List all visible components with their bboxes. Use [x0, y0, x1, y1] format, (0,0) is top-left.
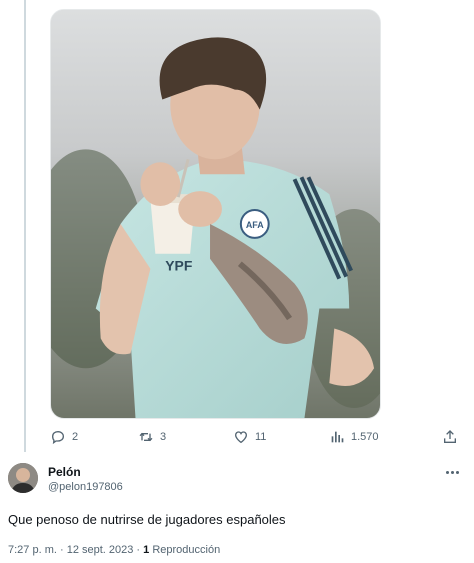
tweet-date[interactable]: 12 sept. 2023: [67, 544, 134, 556]
reply-tweet[interactable]: Pelón @pelon197806 Que penoso de nutrirs…: [0, 458, 474, 563]
tweet-action-bar: 2 3 11 1.570: [50, 425, 462, 449]
share-icon: [444, 430, 456, 443]
jersey-badge-text: AFA: [246, 220, 264, 230]
retweet-button[interactable]: 3: [138, 425, 166, 449]
analytics-icon: [331, 431, 344, 443]
more-dot: [445, 470, 449, 474]
more-dot: [450, 470, 454, 474]
reply-button[interactable]: 2: [50, 425, 78, 449]
photo-illustration: AFA YPF: [51, 10, 380, 418]
tweet-thread: AFA YPF 2 3 11 1.570 Pelón @pelon197806 …: [0, 0, 474, 563]
tweet-text: Que penoso de nutrirse de jugadores espa…: [8, 512, 286, 527]
author-handle[interactable]: @pelon197806: [48, 481, 123, 493]
more-options-icon[interactable]: [440, 462, 464, 482]
heart-icon: [234, 431, 248, 444]
reply-icon: [51, 430, 65, 445]
views-count: 1.570: [351, 431, 379, 443]
meta-separator: ·: [133, 544, 144, 556]
tweet-time[interactable]: 7:27 p. m.: [8, 544, 57, 556]
retweet-icon: [139, 432, 153, 442]
views-button[interactable]: 1.570: [329, 425, 379, 449]
tweet-photo[interactable]: AFA YPF: [50, 9, 381, 419]
share-button[interactable]: [442, 425, 458, 449]
more-dot: [455, 470, 459, 474]
author-display-name[interactable]: Pelón: [48, 465, 81, 479]
avatar-image: [8, 463, 38, 493]
jersey-sponsor-text: YPF: [165, 258, 192, 274]
retweet-count: 3: [160, 431, 167, 443]
meta-separator: ·: [56, 544, 67, 556]
like-count: 11: [255, 431, 267, 443]
tweet-metadata: 7:27 p. m. · 12 sept. 2023 · 1 Reproducc…: [8, 544, 220, 556]
thread-connector-line: [24, 0, 26, 452]
like-button[interactable]: 11: [233, 425, 266, 449]
views-label: Reproducción: [149, 544, 221, 556]
avatar[interactable]: [8, 463, 38, 493]
reply-count: 2: [72, 431, 79, 443]
